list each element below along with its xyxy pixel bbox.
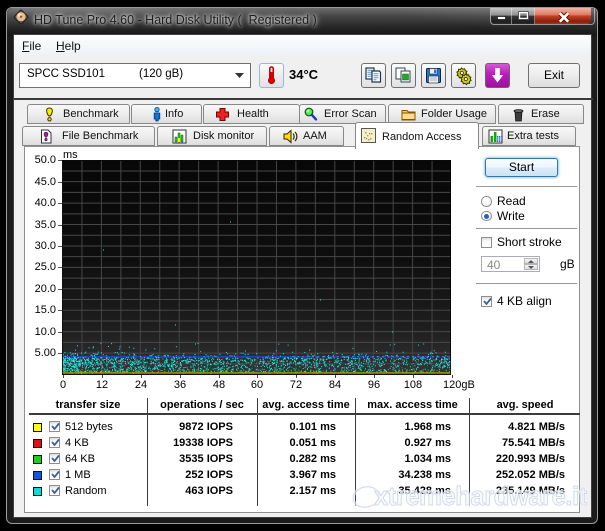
svg-text:xtremehardware.it: xtremehardware.it	[374, 483, 588, 511]
